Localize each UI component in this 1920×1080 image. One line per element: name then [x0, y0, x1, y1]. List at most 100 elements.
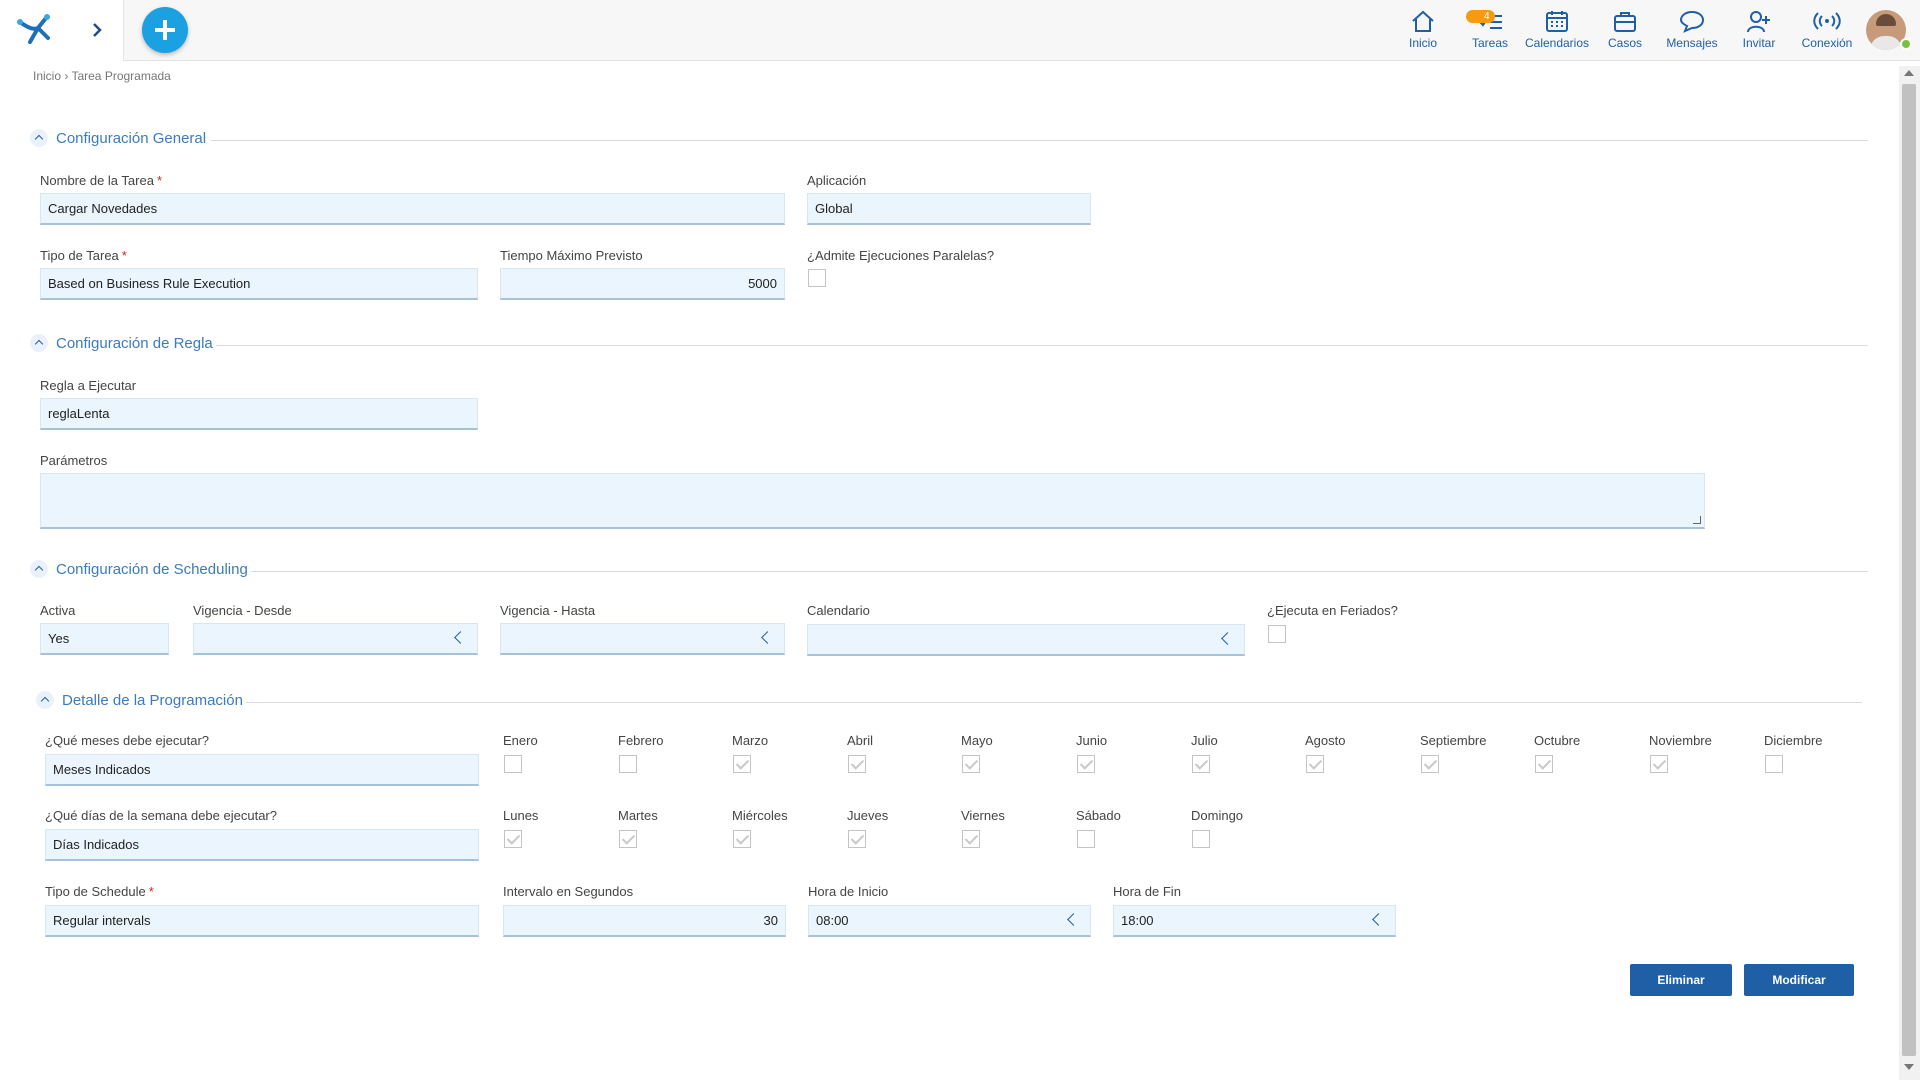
- months-label: Marzo: [732, 733, 769, 748]
- meses-label: ¿Qué meses debe ejecutar?: [45, 733, 210, 748]
- section-title: Configuración de Regla: [56, 334, 213, 352]
- days-checkbox[interactable]: [733, 830, 751, 848]
- section-detalle-header[interactable]: Detalle de la Programación: [36, 691, 243, 709]
- nav-invitar[interactable]: Invitar: [1727, 8, 1791, 50]
- months-checkbox[interactable]: [1421, 755, 1439, 773]
- section-divider: [246, 702, 1862, 703]
- days-label: Sábado: [1076, 808, 1121, 823]
- regla-ejecutar-field[interactable]: reglaLenta: [40, 398, 478, 430]
- scrollbar-thumb[interactable]: [1902, 84, 1916, 1056]
- nav-label: Calendarios: [1524, 36, 1590, 50]
- nav-tareas[interactable]: 4 Tareas: [1458, 8, 1522, 50]
- feriados-label: ¿Ejecuta en Feriados?: [1267, 603, 1398, 618]
- intervalo-field[interactable]: 30: [503, 905, 786, 937]
- paralelas-checkbox[interactable]: [808, 269, 826, 287]
- months-label: Diciembre: [1764, 733, 1823, 748]
- days-checkbox[interactable]: [1192, 830, 1210, 848]
- days-checkbox[interactable]: [1077, 830, 1095, 848]
- collapse-chevron-icon[interactable]: [36, 691, 54, 709]
- tipo-tarea-field[interactable]: Based on Business Rule Execution: [40, 268, 478, 300]
- aplicacion-label: Aplicación: [807, 173, 867, 188]
- months-checkbox[interactable]: [1650, 755, 1668, 773]
- vigencia-hasta-field[interactable]: [500, 623, 785, 655]
- vigencia-desde-field[interactable]: [193, 623, 478, 655]
- intervalo-label: Intervalo en Segundos: [503, 884, 634, 899]
- days-label: Domingo: [1191, 808, 1244, 823]
- paralelas-label: ¿Admite Ejecuciones Paralelas?: [807, 248, 995, 263]
- collapse-chevron-icon[interactable]: [30, 129, 48, 147]
- nombre-tarea-field[interactable]: Cargar Novedades: [40, 193, 785, 225]
- months-label: Febrero: [618, 733, 664, 748]
- hora-inicio-label: Hora de Inicio: [808, 884, 889, 899]
- days-label: Jueves: [847, 808, 889, 823]
- eliminar-button[interactable]: Eliminar: [1630, 964, 1732, 996]
- nav-inicio[interactable]: Inicio: [1391, 8, 1455, 50]
- chevron-left-icon[interactable]: [454, 631, 467, 644]
- months-checkbox[interactable]: [733, 755, 751, 773]
- nav-calendarios[interactable]: Calendarios: [1525, 8, 1589, 50]
- tipo-schedule-label: Tipo de Schedule *: [45, 884, 154, 899]
- months-checkbox[interactable]: [962, 755, 980, 773]
- scroll-down-arrow-icon[interactable]: [1904, 1064, 1914, 1070]
- nav-label: Mensajes: [1666, 36, 1718, 50]
- logo-area: [0, 0, 124, 61]
- parametros-label: Parámetros: [40, 453, 108, 468]
- days-checkbox[interactable]: [504, 830, 522, 848]
- hora-fin-label: Hora de Fin: [1113, 884, 1181, 899]
- nav-casos[interactable]: Casos: [1593, 8, 1657, 50]
- days-checkbox[interactable]: [848, 830, 866, 848]
- months-label: Junio: [1076, 733, 1108, 748]
- add-button[interactable]: [142, 7, 188, 53]
- collapse-chevron-icon[interactable]: [30, 334, 48, 352]
- collapse-chevron-icon[interactable]: [30, 560, 48, 578]
- months-checkbox[interactable]: [1192, 755, 1210, 773]
- section-scheduling-header[interactable]: Configuración de Scheduling: [30, 560, 248, 578]
- scroll-up-arrow-icon[interactable]: [1904, 70, 1914, 76]
- meses-field[interactable]: Meses Indicados: [45, 754, 479, 786]
- section-title: Configuración General: [56, 129, 207, 147]
- months-label: Julio: [1191, 733, 1218, 748]
- days-checkbox[interactable]: [962, 830, 980, 848]
- months-checkbox[interactable]: [619, 755, 637, 773]
- resize-grip-icon[interactable]: [1693, 516, 1701, 524]
- aplicacion-field[interactable]: Global: [807, 193, 1091, 225]
- nav-mensajes[interactable]: Mensajes: [1660, 8, 1724, 50]
- expand-menu-chevron-icon[interactable]: [86, 18, 108, 42]
- days-checkbox[interactable]: [619, 830, 637, 848]
- chevron-left-icon[interactable]: [1067, 913, 1080, 926]
- app-logo-icon[interactable]: [16, 12, 56, 46]
- months-checkbox[interactable]: [1306, 755, 1324, 773]
- home-icon: [1412, 10, 1434, 32]
- briefcase-icon: [1614, 12, 1636, 32]
- section-regla-header[interactable]: Configuración de Regla: [30, 334, 213, 352]
- dias-label: ¿Qué días de la semana debe ejecutar?: [45, 808, 277, 823]
- breadcrumb: Inicio › Tarea Programada: [33, 69, 171, 83]
- section-general-header[interactable]: Configuración General: [30, 129, 206, 147]
- hora-inicio-field[interactable]: 08:00: [808, 905, 1091, 937]
- tipo-schedule-field[interactable]: Regular intervals: [45, 905, 479, 937]
- months-label: Octubre: [1534, 733, 1581, 748]
- modificar-button[interactable]: Modificar: [1744, 964, 1854, 996]
- activa-field[interactable]: Yes: [40, 623, 169, 655]
- hora-fin-field[interactable]: 18:00: [1113, 905, 1396, 937]
- dias-field[interactable]: Días Indicados: [45, 829, 479, 861]
- months-checkbox[interactable]: [504, 755, 522, 773]
- months-checkbox[interactable]: [848, 755, 866, 773]
- tiempo-maximo-field[interactable]: 5000: [500, 268, 785, 300]
- chevron-left-icon[interactable]: [761, 631, 774, 644]
- months-checkbox[interactable]: [1535, 755, 1553, 773]
- months-checkbox[interactable]: [1077, 755, 1095, 773]
- nav-conexion[interactable]: Conexión: [1795, 8, 1859, 50]
- days-label: Miércoles: [732, 808, 788, 823]
- calendar-icon: [1546, 11, 1568, 32]
- activa-label: Activa: [40, 603, 76, 618]
- chevron-left-icon[interactable]: [1372, 913, 1385, 926]
- connection-icon: [1813, 12, 1841, 30]
- feriados-checkbox[interactable]: [1268, 625, 1286, 643]
- calendario-field[interactable]: [807, 624, 1245, 656]
- months-checkbox[interactable]: [1765, 755, 1783, 773]
- vigencia-desde-label: Vigencia - Desde: [193, 603, 292, 618]
- chevron-left-icon[interactable]: [1221, 632, 1234, 645]
- months-label: Abril: [847, 733, 874, 748]
- parametros-textarea[interactable]: [40, 473, 1705, 529]
